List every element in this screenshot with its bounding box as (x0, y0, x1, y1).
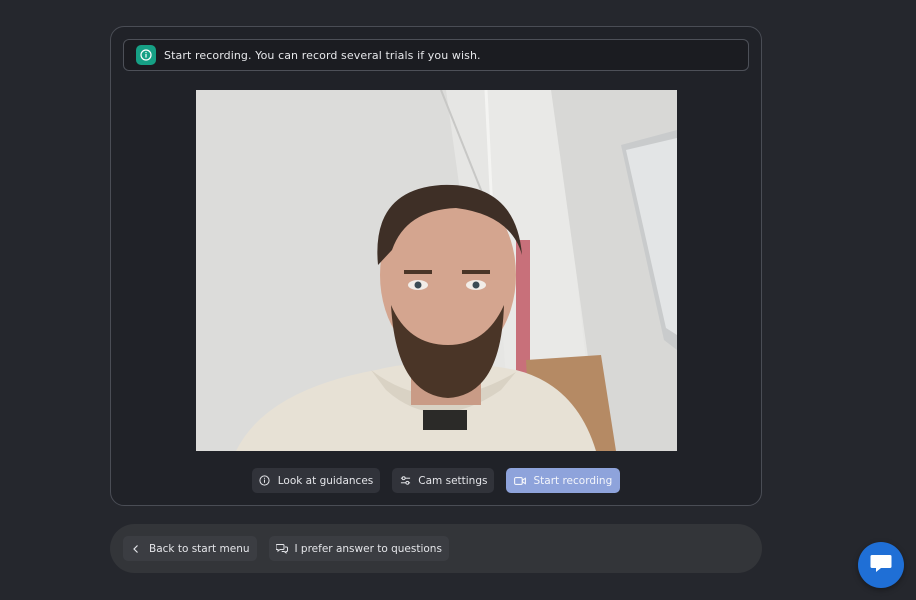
answer-questions-button[interactable]: I prefer answer to questions (268, 536, 449, 561)
page: Start recording. You can record several … (0, 0, 916, 600)
chat-bubbles-icon (275, 543, 288, 555)
answer-questions-label: I prefer answer to questions (294, 542, 442, 555)
sliders-icon (399, 475, 411, 487)
back-to-start-menu-label: Back to start menu (149, 542, 250, 555)
start-recording-label: Start recording (533, 474, 613, 487)
cam-settings-label: Cam settings (418, 474, 488, 487)
chevron-left-icon (130, 543, 142, 555)
look-at-guidances-button[interactable]: Look at guidances (251, 468, 381, 493)
preview-controls: Look at guidances Cam settings Start rec… (111, 468, 761, 493)
recording-card: Start recording. You can record several … (110, 26, 762, 506)
instruction-text: Start recording. You can record several … (164, 48, 481, 62)
chat-icon (870, 553, 892, 577)
info-icon (259, 475, 271, 487)
video-camera-icon (514, 475, 527, 487)
webcam-preview (196, 90, 677, 451)
start-recording-button[interactable]: Start recording (506, 468, 621, 493)
cam-settings-button[interactable]: Cam settings (392, 468, 495, 493)
chat-launcher-button[interactable] (858, 542, 904, 588)
back-to-start-menu-button[interactable]: Back to start menu (123, 536, 257, 561)
look-at-guidances-label: Look at guidances (277, 474, 374, 487)
instruction-banner: Start recording. You can record several … (123, 39, 749, 71)
bottom-bar: Back to start menu I prefer answer to qu… (110, 524, 762, 573)
info-icon (136, 45, 156, 65)
